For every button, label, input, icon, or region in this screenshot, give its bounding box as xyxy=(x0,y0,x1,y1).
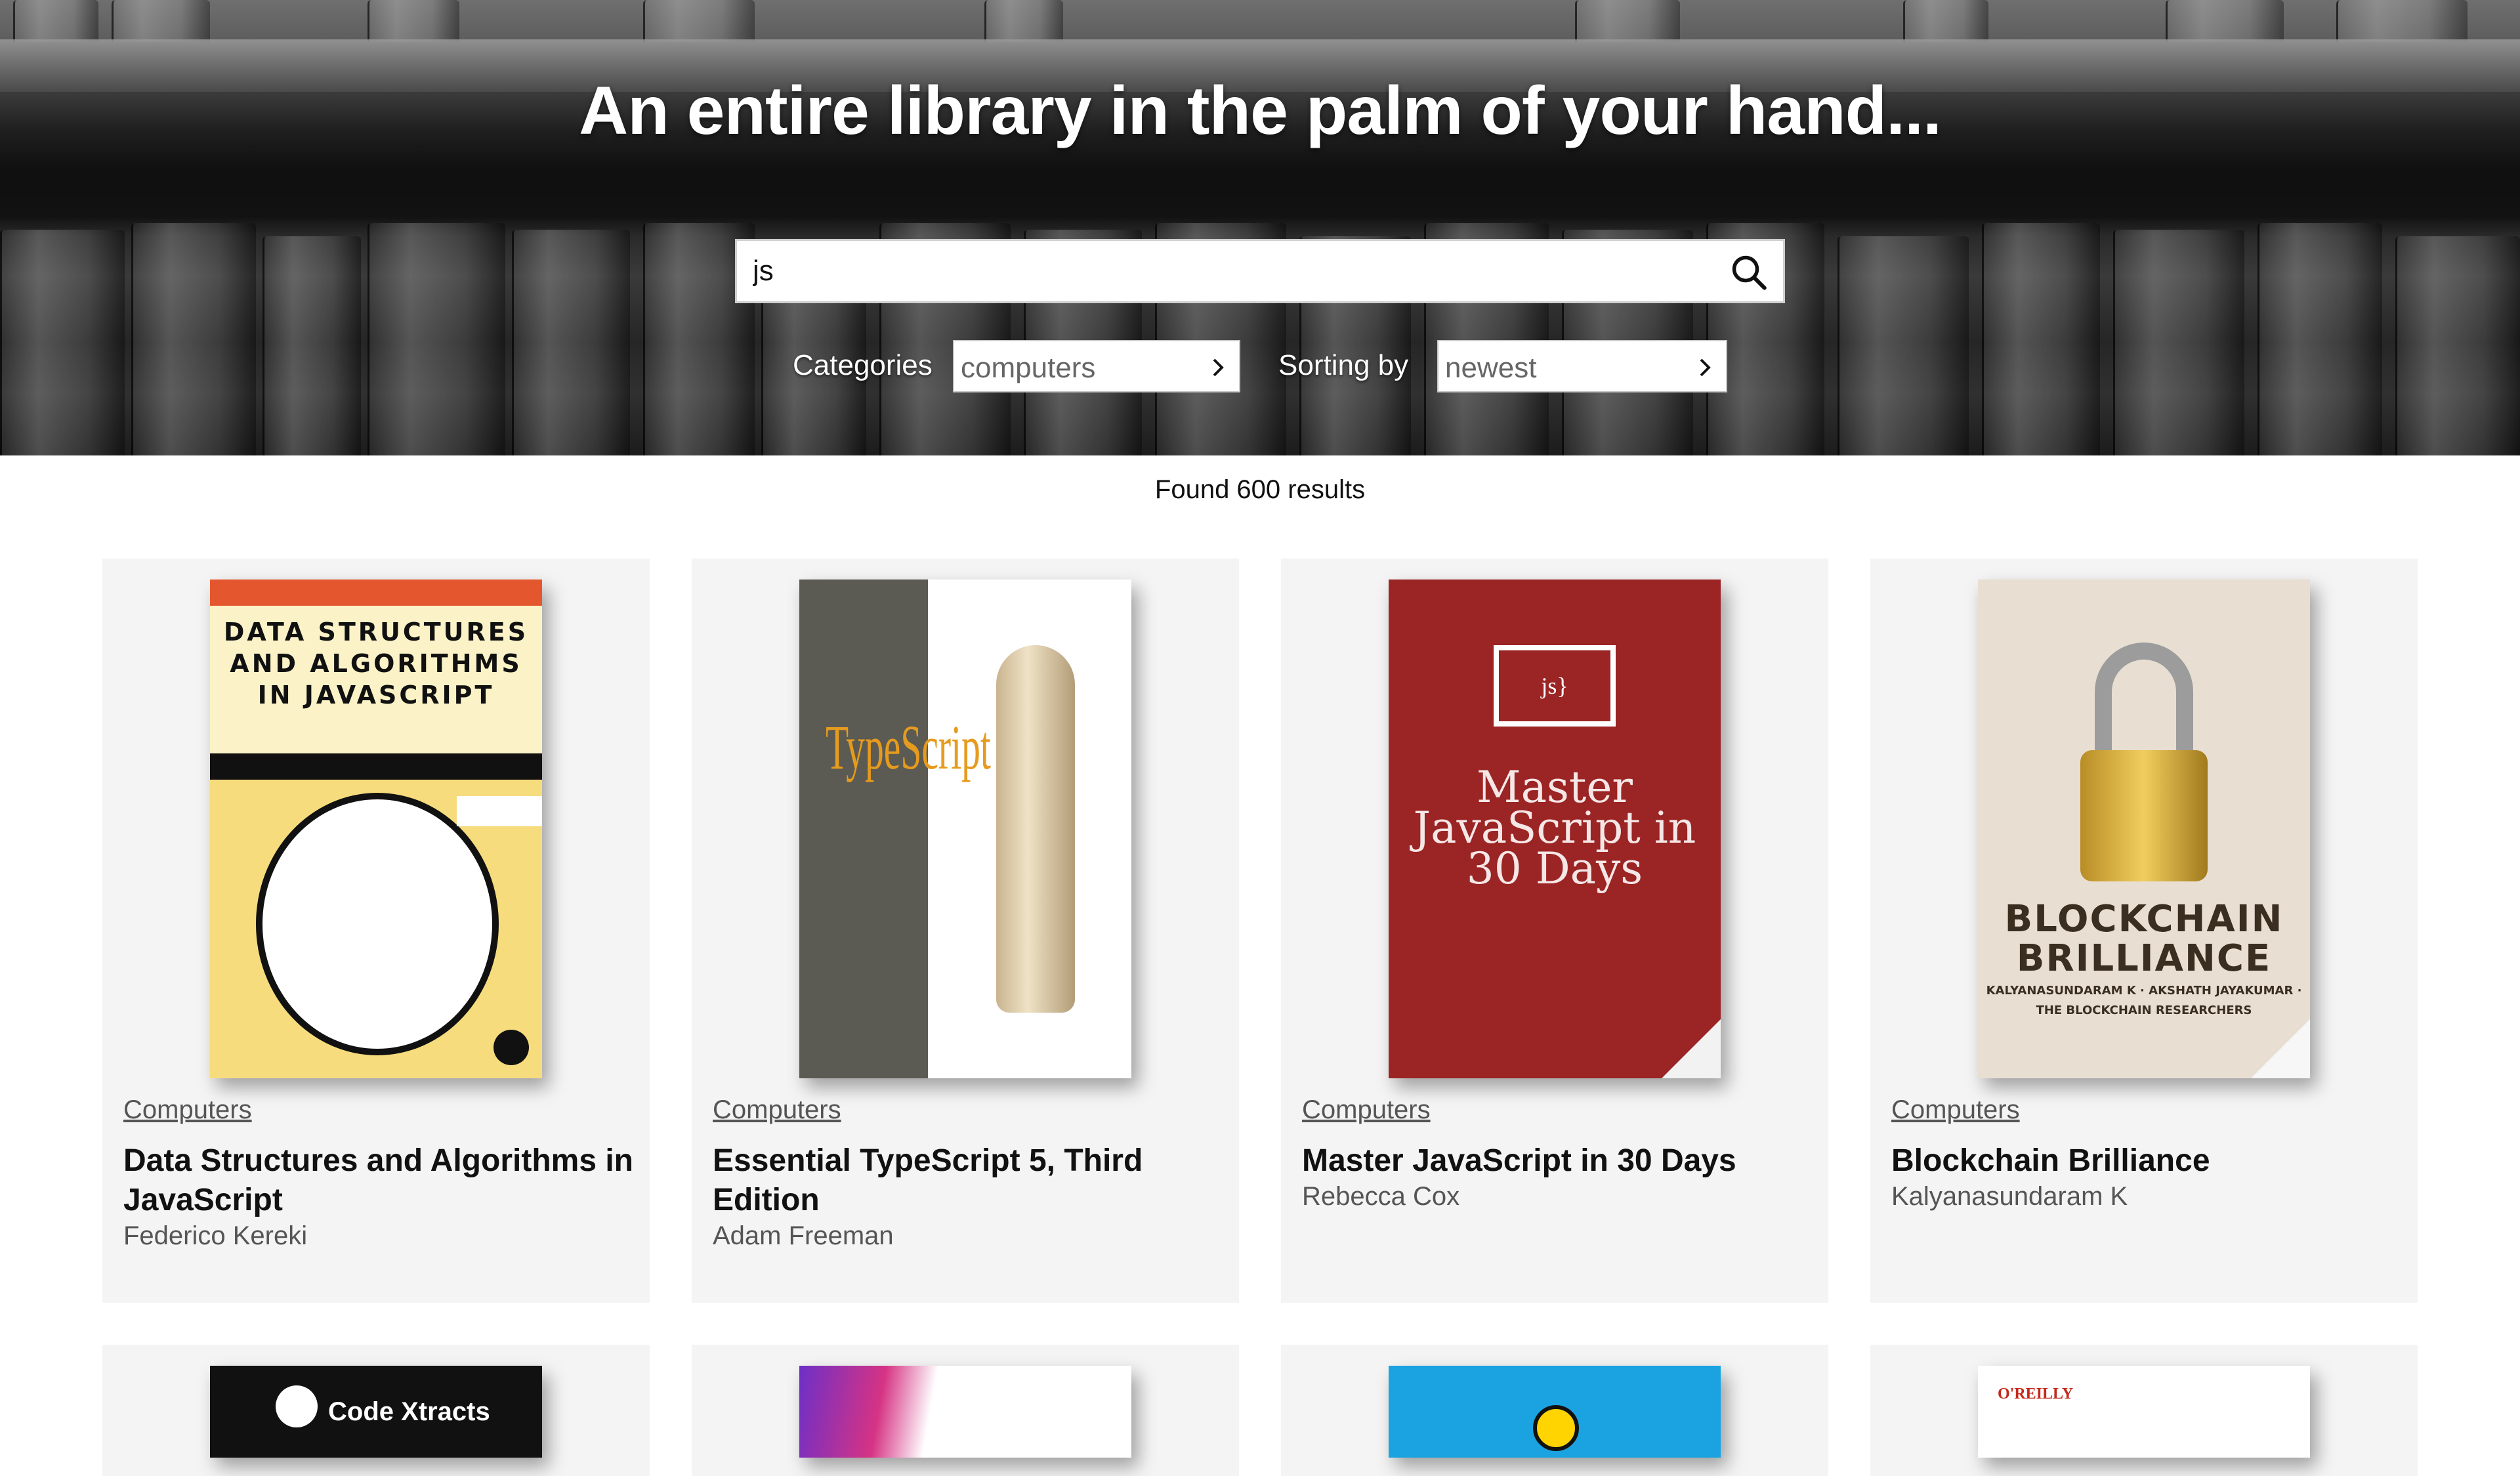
results-count: Found 600 results xyxy=(1154,475,1366,504)
sorting-select[interactable]: newest xyxy=(1437,340,1727,392)
book-cover[interactable]: O'REILLY xyxy=(1978,1366,2310,1458)
cover-title-text: Master JavaScript in 30 Days xyxy=(1413,762,1696,894)
book-title[interactable]: Essential TypeScript 5, Third Edition xyxy=(713,1141,1225,1220)
book-author: Adam Freeman xyxy=(713,1221,894,1250)
book-cover[interactable]: Code Xtracts xyxy=(210,1366,542,1458)
chevron-right-icon xyxy=(1213,358,1224,377)
hero-banner: An entire library in the palm of your ha… xyxy=(0,0,2520,455)
book-author: Rebecca Cox xyxy=(1302,1182,1460,1211)
categories-select-value: computers xyxy=(961,352,1096,384)
cover-illustration xyxy=(1533,1405,1579,1451)
book-cover[interactable]: BLOCKCHAIN BRILLIANCE KALYANASUNDARAM K … xyxy=(1978,580,2310,1078)
book-category-link[interactable]: Computers xyxy=(1302,1095,1431,1125)
cover-illustration xyxy=(256,793,499,1055)
book-cover[interactable]: js} Master JavaScript in 30 Days xyxy=(1389,580,1721,1078)
categories-label: Categories xyxy=(793,349,933,381)
book-card[interactable]: O'REILLY xyxy=(1870,1345,2418,1476)
page-curl xyxy=(2251,1019,2310,1078)
book-card[interactable] xyxy=(1281,1345,1828,1476)
book-cover[interactable] xyxy=(1389,1366,1721,1458)
page-curl xyxy=(1662,1019,1721,1078)
book-card[interactable]: BLOCKCHAIN BRILLIANCE KALYANASUNDARAM K … xyxy=(1870,559,2418,1303)
book-cover[interactable]: TypeScript 5 xyxy=(799,580,1131,1078)
publisher-logo-text: O'REILLY xyxy=(1998,1385,2074,1402)
book-card[interactable]: js} Master JavaScript in 30 Days Compute… xyxy=(1281,559,1828,1303)
book-category-link[interactable]: Computers xyxy=(1891,1095,2020,1125)
book-category-link[interactable]: Computers xyxy=(123,1095,252,1125)
chevron-right-icon xyxy=(1700,358,1711,377)
book-cover[interactable]: DATA STRUCTURES AND ALGORITHMS IN JAVASC… xyxy=(210,580,542,1078)
book-title[interactable]: Data Structures and Algorithms in JavaSc… xyxy=(123,1141,635,1220)
filter-bar: Categories computers Sorting by newest xyxy=(0,340,2520,394)
book-card[interactable] xyxy=(692,1345,1239,1476)
cover-title-text: DATA STRUCTURES AND ALGORITHMS IN JAVASC… xyxy=(223,618,529,709)
cover-title-text: TypeScript 5 xyxy=(826,712,1020,782)
cover-sticker xyxy=(457,796,542,826)
book-category-link[interactable]: Computers xyxy=(713,1095,841,1125)
search-icon[interactable] xyxy=(1729,253,1769,292)
book-cover[interactable] xyxy=(799,1366,1131,1458)
book-title[interactable]: Master JavaScript in 30 Days xyxy=(1302,1141,1814,1181)
cover-title-text: BLOCKCHAIN BRILLIANCE xyxy=(2004,898,2284,980)
search-bar xyxy=(735,239,1785,303)
book-author: Kalyanasundaram K xyxy=(1891,1182,2128,1211)
book-author: Federico Kereki xyxy=(123,1221,308,1250)
sorting-label: Sorting by xyxy=(1278,349,1409,381)
cover-illustration xyxy=(996,645,1075,1013)
book-title[interactable]: Blockchain Brilliance xyxy=(1891,1141,2403,1181)
code-icon xyxy=(276,1385,318,1427)
book-card[interactable]: DATA STRUCTURES AND ALGORITHMS IN JAVASC… xyxy=(102,559,650,1303)
book-card[interactable]: TypeScript 5 Computers Essential TypeScr… xyxy=(692,559,1239,1303)
cover-subtitle-text: KALYANASUNDARAM K · AKSHATH JAYAKUMAR · … xyxy=(1986,984,2302,1017)
padlock-icon xyxy=(2095,643,2193,767)
cover-title-text: Code Xtracts xyxy=(328,1397,490,1426)
categories-select[interactable]: computers xyxy=(953,340,1240,392)
bookshelf-background-top xyxy=(0,0,2520,42)
hero-title: An entire library in the palm of your ha… xyxy=(579,73,1942,149)
book-card[interactable]: Code Xtracts xyxy=(102,1345,650,1476)
search-input[interactable] xyxy=(737,241,1708,301)
publisher-logo-icon xyxy=(494,1030,529,1065)
sorting-select-value: newest xyxy=(1445,352,1537,384)
cover-badge: js} xyxy=(1494,645,1616,727)
